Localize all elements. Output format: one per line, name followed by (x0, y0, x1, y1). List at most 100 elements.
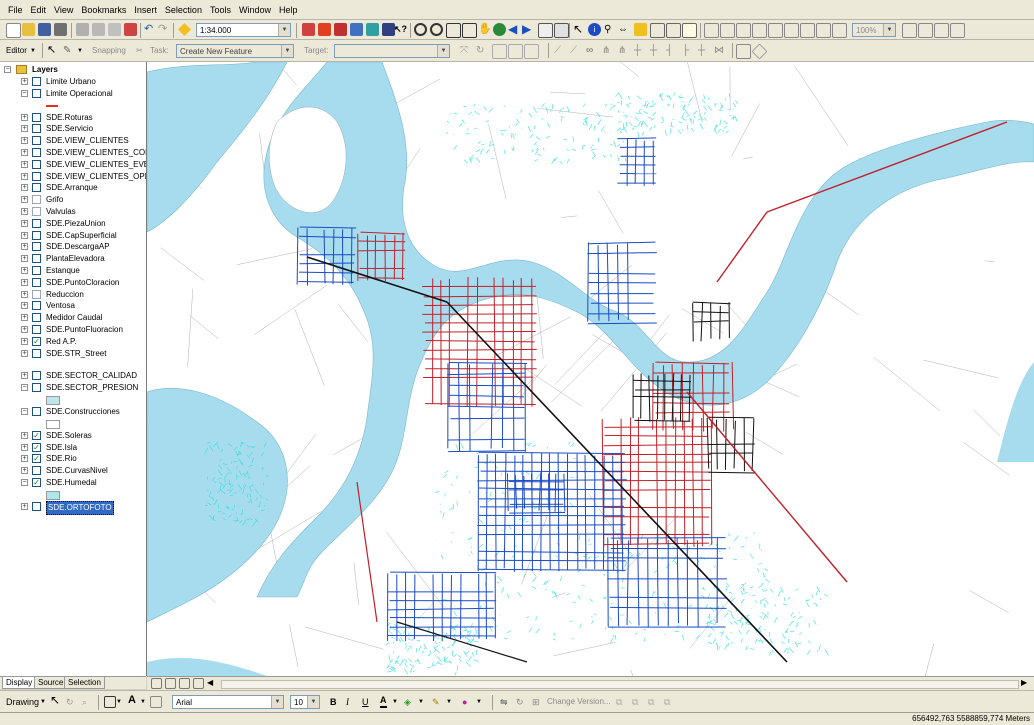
network-tool-icon[interactable]: ┼ (650, 44, 663, 57)
add-data-icon[interactable] (178, 23, 191, 36)
expand-icon[interactable]: + (21, 326, 28, 333)
chevron-down-icon[interactable]: ▼ (40, 695, 46, 709)
expand-icon[interactable]: + (21, 173, 28, 180)
layer-visibility-checkbox[interactable] (32, 266, 41, 275)
arctoolbox-icon[interactable] (318, 23, 331, 36)
target-combo[interactable]: ▼ (334, 44, 450, 58)
reconcile-icon[interactable]: ⧉ (616, 695, 622, 709)
split-tool-icon[interactable]: ⤧ (460, 44, 473, 57)
layer-visibility-checkbox[interactable] (32, 231, 41, 240)
map-view[interactable] (147, 62, 1034, 676)
layer-visibility-checkbox[interactable]: ✓ (32, 478, 41, 487)
line-color-icon[interactable]: ✎ (432, 695, 440, 709)
layer-item[interactable]: −SDE.Construcciones (0, 406, 146, 418)
layer-item[interactable]: −✓SDE.Humedal (0, 477, 146, 489)
forward-arrow-icon[interactable]: ▶ (522, 23, 535, 36)
time-slider-icon[interactable] (666, 23, 681, 38)
conflicts-icon[interactable]: ⧉ (648, 695, 654, 709)
menu-tools[interactable]: Tools (206, 0, 235, 20)
layer-visibility-checkbox[interactable] (32, 371, 41, 380)
redo-icon[interactable]: ↷ (158, 23, 171, 36)
expand-icon[interactable]: + (21, 149, 28, 156)
menu-insert[interactable]: Insert (130, 0, 161, 20)
version-changes-icon[interactable]: ⧉ (664, 695, 670, 709)
expand-icon[interactable]: + (21, 372, 28, 379)
underline-button[interactable]: U (362, 695, 369, 709)
toggle-draft-mode-icon[interactable] (902, 23, 917, 38)
layer-item[interactable]: +✓SDE.Isla (0, 442, 146, 454)
expand-icon[interactable]: + (21, 291, 28, 298)
layer-visibility-checkbox[interactable] (32, 254, 41, 263)
layer-item[interactable]: −Limite Operacional (0, 88, 146, 100)
attributes-icon[interactable] (492, 44, 507, 59)
full-extent-icon[interactable] (493, 23, 506, 36)
layer-item[interactable]: −SDE.SECTOR_PRESION (0, 382, 146, 394)
layer-visibility-checkbox[interactable] (32, 466, 41, 475)
save-icon[interactable] (38, 23, 51, 36)
change-layout-icon[interactable] (934, 23, 949, 38)
expand-icon[interactable]: + (21, 314, 28, 321)
layer-item[interactable]: +Ventosa (0, 300, 146, 312)
edit-tool-icon[interactable]: ↖ (47, 44, 60, 57)
layer-item[interactable]: +SDE.VIEW_CLIENTES (0, 135, 146, 147)
layer-item[interactable]: +SDE.PuntoCloracion (0, 277, 146, 289)
layer-visibility-checkbox[interactable] (32, 172, 41, 181)
hyperlink-icon[interactable] (634, 23, 647, 36)
italic-button[interactable]: I (346, 695, 349, 709)
expand-icon[interactable]: + (21, 161, 28, 168)
data-driven-pages-icon[interactable] (950, 23, 965, 38)
undo-icon[interactable]: ↶ (144, 23, 157, 36)
layout-back-icon[interactable] (816, 23, 831, 38)
layer-visibility-checkbox[interactable] (32, 207, 41, 216)
menu-selection[interactable]: Selection (161, 0, 206, 20)
layer-item[interactable]: +Reduccion (0, 289, 146, 301)
map-canvas[interactable] (147, 62, 1034, 676)
snapping-menu[interactable]: Snapping (92, 44, 126, 58)
diamond-icon[interactable] (752, 44, 768, 60)
sketch-tool-icon[interactable]: ✎ (63, 44, 76, 57)
layer-item[interactable]: +✓SDE.Rio (0, 453, 146, 465)
data-view-icon[interactable] (151, 678, 162, 689)
tab-display[interactable]: Display (2, 677, 36, 689)
fixed-zoom-in-icon[interactable] (446, 23, 461, 38)
layer-visibility-checkbox[interactable] (32, 301, 41, 310)
layer-visibility-checkbox[interactable] (32, 160, 41, 169)
expand-icon[interactable]: + (21, 503, 28, 510)
menu-window[interactable]: Window (235, 0, 275, 20)
expand-icon[interactable]: + (21, 125, 28, 132)
chevron-down-icon[interactable]: ▼ (140, 695, 146, 709)
chevron-down-icon[interactable]: ▼ (418, 695, 424, 709)
layer-visibility-checkbox[interactable] (32, 89, 41, 98)
expand-icon[interactable]: + (21, 196, 28, 203)
layer-item[interactable]: +SDE.VIEW_CLIENTES_EVENT (0, 159, 146, 171)
expand-icon[interactable]: + (21, 267, 28, 274)
layer-visibility-checkbox[interactable] (32, 195, 41, 204)
horizontal-scrollbar[interactable] (221, 680, 1019, 689)
layer-item[interactable]: +SDE.SECTOR_CALIDAD (0, 370, 146, 382)
measure-icon[interactable]: ⇔ (618, 23, 631, 36)
expand-icon[interactable]: + (21, 78, 28, 85)
layer-item[interactable]: +Valvulas (0, 206, 146, 218)
topology-edit-icon[interactable]: ⟋ (554, 44, 567, 57)
fixed-zoom-out-icon[interactable] (462, 23, 477, 38)
copy-icon[interactable] (92, 23, 105, 36)
zoom-in-icon[interactable] (414, 23, 427, 36)
html-popup-icon[interactable] (650, 23, 665, 38)
layer-item[interactable]: +SDE.VIEW_CLIENTES_CONSU (0, 147, 146, 159)
create-viewer-icon[interactable] (682, 23, 697, 38)
chevron-down-icon[interactable]: ▼ (392, 695, 398, 709)
chevron-down-icon[interactable]: ▼ (476, 695, 482, 709)
version-manager-icon[interactable]: ⊞ (532, 695, 540, 709)
layer-item[interactable]: +PlantaElevadora (0, 253, 146, 265)
font-color-icon[interactable]: A (380, 695, 387, 708)
font-size-combo[interactable]: 10 ▼ (290, 695, 320, 709)
expand-icon[interactable]: + (21, 208, 28, 215)
collapse-icon[interactable]: − (4, 66, 11, 73)
network-tool-icon[interactable]: ⋈ (714, 44, 727, 57)
layout-zoom-in-icon[interactable] (704, 23, 719, 38)
layer-item[interactable]: +SDE.Arranque (0, 182, 146, 194)
layout-forward-icon[interactable] (832, 23, 847, 38)
tab-source[interactable]: Source (34, 677, 67, 689)
layer-item[interactable]: +Medidor Caudal (0, 312, 146, 324)
toc-root[interactable]: −Layers (0, 64, 146, 76)
